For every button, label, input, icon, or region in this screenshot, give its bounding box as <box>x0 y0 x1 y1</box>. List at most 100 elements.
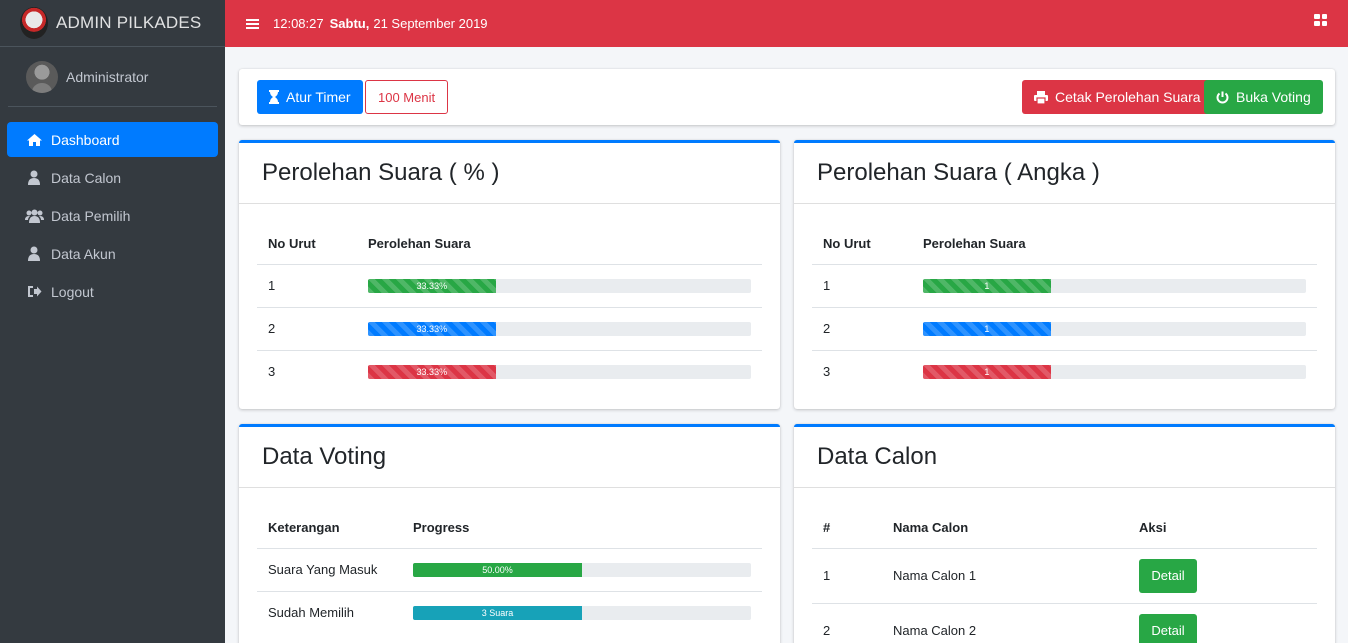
row-number: 1 <box>823 278 831 293</box>
progress-cell: 50.00% <box>402 548 762 591</box>
date-label: 21 September 2019 <box>373 16 488 31</box>
card-body: No Urut Perolehan Suara 112131 <box>794 204 1335 393</box>
candidate-table: # Nama Calon Aksi 1 Nama Calon 1 Detail 2 Na… <box>812 508 1317 643</box>
timer-minutes-label: 100 Menit <box>378 89 436 105</box>
card-header: Perolehan Suara ( % ) <box>239 143 780 204</box>
voting-data-table: Keterangan Progress Suara Yang Masuk 50.0… <box>257 508 762 634</box>
sidebar-item-label: Data Akun <box>51 245 116 262</box>
vote-count-table: No Urut Perolehan Suara 112131 <box>812 224 1317 393</box>
user-icon <box>24 170 44 185</box>
row-number: 2 <box>812 602 882 643</box>
card-title: Data Calon <box>817 443 938 470</box>
table-row: 11 <box>812 264 1317 307</box>
progress-track: 50.00% <box>413 562 751 577</box>
progress-bar: 3 Suara <box>413 605 582 620</box>
table-row: 1 33.33% <box>257 264 762 307</box>
print-icon <box>1034 90 1048 104</box>
card-header: Data Calon <box>794 427 1335 488</box>
row-number: 3 <box>812 349 912 393</box>
avatar <box>26 60 58 93</box>
toolbar-card: Atur Timer 100 Menit Cetak Perolehan Sua… <box>239 69 1335 125</box>
user-name: Administrator <box>66 68 149 85</box>
progress-bar: 33.33% <box>368 278 496 293</box>
home-icon <box>24 133 44 147</box>
row-number: 2 <box>257 306 357 350</box>
progress-cell: 1 <box>912 349 1317 393</box>
user-panel[interactable]: Administrator <box>8 47 217 107</box>
column-header: Aksi <box>1128 508 1317 549</box>
detail-button[interactable]: Detail <box>1139 558 1197 593</box>
card-header: Perolehan Suara ( Angka ) <box>794 143 1335 204</box>
sidebar-item-dashboard[interactable]: Dashboard <box>7 122 218 157</box>
progress-cell: 33.33% <box>357 306 762 350</box>
users-icon <box>24 209 44 223</box>
apps-grid-icon[interactable] <box>1314 14 1327 26</box>
card-body: No Urut Perolehan Suara 1 33.33% 2 33.33% 3 3… <box>239 204 780 393</box>
card-body: Keterangan Progress Suara Yang Masuk 50.0… <box>239 488 780 634</box>
progress-track: 33.33% <box>368 321 751 336</box>
column-header: No Urut <box>812 224 912 265</box>
sidebar-item-data-akun[interactable]: Data Akun <box>7 236 218 271</box>
table-row: 21 <box>812 306 1317 350</box>
open-voting-button[interactable]: Buka Voting <box>1204 80 1323 114</box>
sidebar-item-label: Data Calon <box>51 169 122 186</box>
column-header: Progress <box>402 508 762 549</box>
card-body: # Nama Calon Aksi 1 Nama Calon 1 Detail 2 Na… <box>794 488 1335 643</box>
table-row: 1 Nama Calon 1 Detail <box>812 548 1317 603</box>
table-row: Suara Yang Masuk 50.00% <box>257 548 762 591</box>
progress-track: 1 <box>923 321 1306 336</box>
set-timer-label: Atur Timer <box>286 89 351 105</box>
print-results-button[interactable]: Cetak Perolehan Suara <box>1022 80 1213 114</box>
table-row: Sudah Memilih 3 Suara <box>257 590 762 634</box>
progress-track: 33.33% <box>368 278 751 293</box>
row-label: Sudah Memilih <box>257 590 402 634</box>
progress-track: 33.33% <box>368 364 751 379</box>
day-label: Sabtu, <box>329 16 370 31</box>
open-voting-label: Buka Voting <box>1236 89 1311 105</box>
row-number: 1 <box>268 278 276 293</box>
card-header: Data Voting <box>239 427 780 488</box>
progress-cell: 33.33% <box>357 264 762 307</box>
table-row: 3 33.33% <box>257 349 762 393</box>
card-title: Perolehan Suara ( % ) <box>262 159 500 186</box>
candidate-name: Nama Calon 1 <box>893 568 977 583</box>
column-header: No Urut <box>257 224 357 265</box>
vote-percent-table: No Urut Perolehan Suara 1 33.33% 2 33.33% 3 3… <box>257 224 762 393</box>
sidebar-item-data-calon[interactable]: Data Calon <box>7 160 218 195</box>
column-header: Perolehan Suara <box>912 224 1317 265</box>
row-number: 3 <box>257 349 357 393</box>
table-row: 2 Nama Calon 2 Detail <box>812 602 1317 643</box>
print-results-label: Cetak Perolehan Suara <box>1055 89 1201 105</box>
progress-track: 1 <box>923 364 1306 379</box>
progress-bar: 33.33% <box>368 321 496 336</box>
set-timer-button[interactable]: Atur Timer <box>257 80 363 114</box>
sidebar-item-label: Data Pemilih <box>51 207 131 224</box>
progress-bar: 1 <box>923 364 1051 379</box>
candidate-data-card: Data Calon # Nama Calon Aksi 1 Nama Calon… <box>794 424 1335 643</box>
brand-title: ADMIN PILKADES <box>56 13 202 32</box>
action-cell: Detail <box>1128 602 1317 643</box>
sidebar-item-label: Dashboard <box>51 131 120 148</box>
row-label: Suara Yang Masuk <box>268 562 378 577</box>
sidebar: ADMIN PILKADES Administrator Dashboard D… <box>0 0 225 643</box>
menu-toggle-icon[interactable] <box>246 18 259 29</box>
sidebar-item-label: Logout <box>51 283 94 300</box>
brand-link[interactable]: ADMIN PILKADES <box>0 0 225 47</box>
clock: 12:08:27 <box>273 16 324 31</box>
card-title: Data Voting <box>262 443 387 470</box>
progress-track: 3 Suara <box>413 605 751 620</box>
sign-out-icon <box>24 285 44 298</box>
progress-bar: 33.33% <box>368 364 496 379</box>
hourglass-icon <box>269 90 279 104</box>
main-content: Atur Timer 100 Menit Cetak Perolehan Sua… <box>225 47 1348 643</box>
progress-cell: 3 Suara <box>402 590 762 634</box>
timer-minutes-badge[interactable]: 100 Menit <box>365 80 449 114</box>
progress-cell: 1 <box>912 306 1317 350</box>
sidebar-item-data-pemilih[interactable]: Data Pemilih <box>7 198 218 233</box>
brand-logo <box>20 7 48 39</box>
sidebar-item-logout[interactable]: Logout <box>7 274 218 309</box>
detail-button[interactable]: Detail <box>1139 613 1197 643</box>
column-header: # <box>812 508 882 549</box>
progress-bar: 50.00% <box>413 562 582 577</box>
table-row: 2 33.33% <box>257 306 762 350</box>
